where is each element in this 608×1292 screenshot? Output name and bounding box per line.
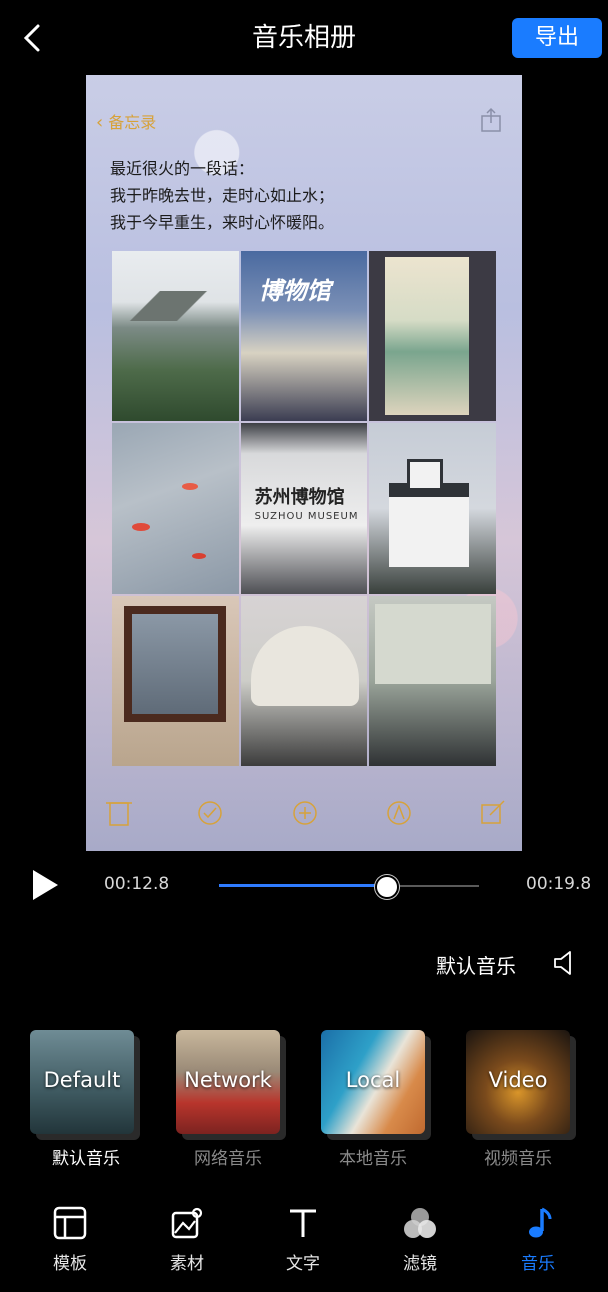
- photo-landscape-scroll: [369, 251, 496, 422]
- photo-screen-display: [112, 595, 239, 766]
- music-card-video[interactable]: Video: [466, 1030, 570, 1134]
- nav-label: 滤镜: [403, 1254, 437, 1274]
- progress-fill: [219, 884, 387, 887]
- museum-sign-en: SUZHOU MUSEUM: [254, 511, 359, 523]
- photo-fan-painting: [240, 595, 368, 766]
- plus-circle-icon: [293, 801, 317, 825]
- filter-icon: [404, 1208, 436, 1238]
- music-note-icon: [529, 1207, 552, 1238]
- nav-item-material[interactable]: 素材: [147, 1205, 227, 1285]
- card-caption-video: 视频音乐: [484, 1149, 552, 1169]
- photo-museum-wall: 苏州博物馆 SUZHOU MUSEUM: [240, 423, 368, 594]
- memo-back-label: 备忘录: [108, 113, 157, 132]
- progress-knob[interactable]: [375, 875, 399, 899]
- music-card-network[interactable]: Network: [176, 1030, 280, 1134]
- nav-item-text[interactable]: 文字: [263, 1205, 343, 1285]
- memo-line: 最近很火的一段话：: [110, 159, 255, 178]
- template-icon: [53, 1206, 87, 1240]
- card-title: Default: [43, 1068, 121, 1092]
- museum-sign: 博物馆: [258, 277, 331, 305]
- card-caption-default: 默认音乐: [52, 1149, 120, 1169]
- share-icon: [481, 107, 501, 132]
- photo-koi-pond: [112, 423, 239, 594]
- card-caption-local: 本地音乐: [339, 1149, 407, 1169]
- text-icon: [290, 1209, 316, 1237]
- current-time: 00:12.8: [104, 874, 170, 894]
- text-a-icon: [387, 801, 411, 825]
- nav-label: 素材: [170, 1254, 204, 1274]
- speaker-icon[interactable]: [552, 950, 576, 976]
- memo-chevron-icon: ‹: [96, 112, 104, 133]
- card-title: Network: [184, 1068, 272, 1092]
- photo-scroll-painting: [369, 595, 496, 766]
- photo-grid: 博物馆 苏州博物馆 SUZHOU MUSEUM: [112, 251, 496, 766]
- nav-label: 音乐: [521, 1254, 555, 1274]
- album-preview[interactable]: ‹ 备忘录 最近很火的一段话： 我于昨晚去世，走时心如止水； 我于今早重生，来时…: [86, 75, 522, 851]
- material-icon: [171, 1207, 203, 1239]
- nav-item-template[interactable]: 模板: [30, 1205, 110, 1285]
- memo-toolbar: [106, 800, 505, 826]
- photo-garden: [112, 251, 239, 422]
- memo-back-link: ‹ 备忘录: [96, 109, 156, 133]
- memo-text: 最近很火的一段话： 我于昨晚去世，走时心如止水； 我于今早重生，来时心怀暖阳。: [110, 155, 500, 236]
- nav-label: 模板: [53, 1254, 87, 1274]
- compose-icon: [481, 800, 505, 824]
- card-title: Local: [345, 1068, 401, 1092]
- total-time: 00:19.8: [526, 874, 592, 894]
- memo-line: 我于昨晚去世，走时心如止水；: [110, 186, 335, 205]
- current-music-label: 默认音乐: [436, 954, 516, 978]
- trash-icon: [106, 802, 132, 826]
- check-circle-icon: [198, 801, 222, 825]
- card-caption-network: 网络音乐: [194, 1149, 262, 1169]
- nav-item-music[interactable]: 音乐: [498, 1205, 578, 1285]
- museum-sign-cn: 苏州博物馆: [254, 487, 345, 509]
- photo-museum-building: [369, 423, 496, 594]
- nav-item-filter[interactable]: 滤镜: [380, 1205, 460, 1285]
- card-title: Video: [488, 1068, 548, 1092]
- music-card-default[interactable]: Default: [30, 1030, 134, 1134]
- nav-label: 文字: [286, 1254, 320, 1274]
- music-card-local[interactable]: Local: [321, 1030, 425, 1134]
- photo-museum-hall: 博物馆: [240, 251, 368, 422]
- export-button[interactable]: 导出: [512, 18, 602, 58]
- play-icon[interactable]: [30, 868, 60, 902]
- memo-line: 我于今早重生，来时心怀暖阳。: [110, 213, 335, 232]
